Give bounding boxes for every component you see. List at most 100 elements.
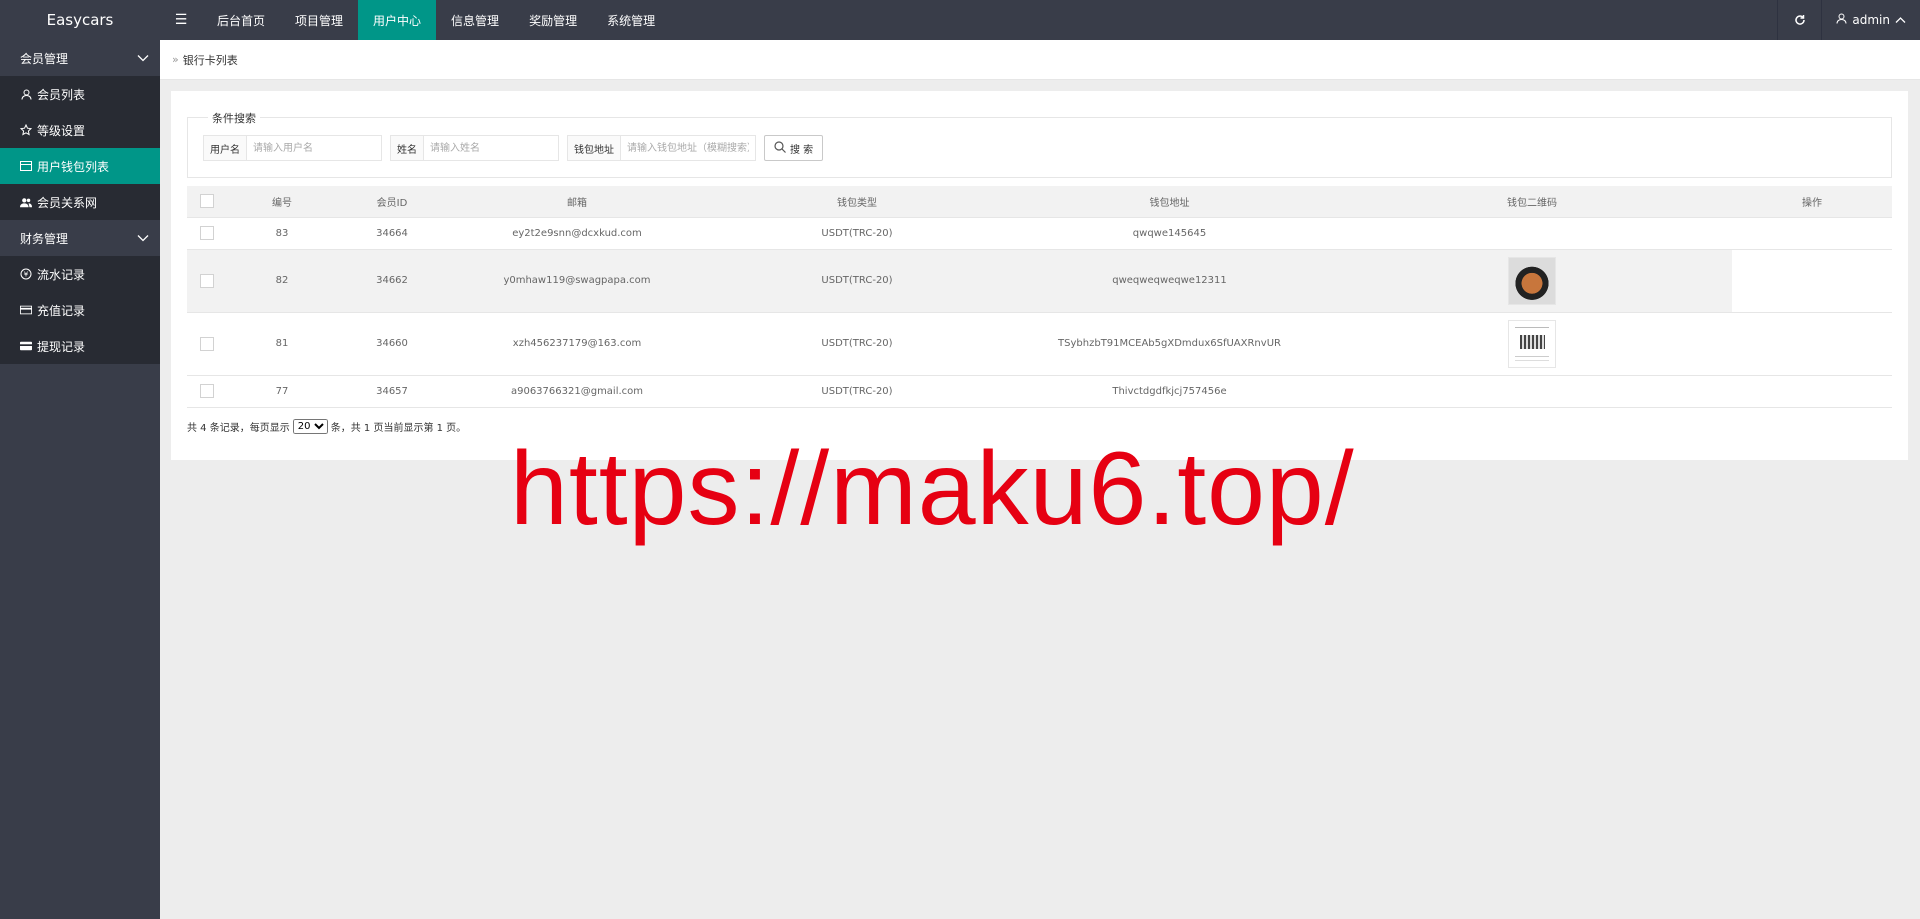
- cell-email: ey2t2e9snn@dcxkud.com: [447, 217, 707, 250]
- topnav-item-info[interactable]: 信息管理: [436, 0, 514, 40]
- card-icon: [20, 340, 32, 352]
- sidebar-item-recharge[interactable]: 充值记录: [0, 292, 160, 328]
- select-all-checkbox[interactable]: [200, 194, 214, 209]
- sidebar-item-member-list[interactable]: 会员列表: [0, 76, 160, 112]
- user-name: admin: [1852, 13, 1890, 27]
- table-row: 82 34662 y0mhaw119@swagpapa.com USDT(TRC…: [187, 249, 1892, 313]
- user-menu[interactable]: admin: [1821, 0, 1920, 40]
- col-header-email: 邮箱: [447, 186, 707, 218]
- topnav-item-rewards[interactable]: 奖励管理: [514, 0, 592, 40]
- svg-text:¥: ¥: [24, 271, 29, 279]
- topnav-item-system[interactable]: 系统管理: [592, 0, 670, 40]
- pagination: 共 4 条记录，每页显示 20 条，共 1 页当前显示第 1 页。: [187, 419, 466, 434]
- star-icon: [20, 124, 32, 136]
- wallet-table: 编号 会员ID 邮箱 钱包类型 钱包地址 钱包二维码 操作 83 34664 e…: [187, 186, 1892, 408]
- cell-email: xzh456237179@163.com: [447, 312, 707, 376]
- watermark-url: https://maku6.top/: [510, 431, 1355, 547]
- username-field: 用户名: [203, 135, 382, 161]
- sidebar-group-label: 会员管理: [20, 51, 69, 66]
- cell-member-id: 34657: [337, 375, 447, 408]
- username-input[interactable]: [247, 136, 381, 160]
- cell-id: 83: [227, 217, 337, 250]
- sidebar-item-withdraw[interactable]: 提现记录: [0, 328, 160, 364]
- cell-qr: [1332, 312, 1732, 376]
- table-row: 77 34657 a9063766321@gmail.com USDT(TRC-…: [187, 375, 1892, 408]
- cell-id: 82: [227, 249, 337, 313]
- cell-email: a9063766321@gmail.com: [447, 375, 707, 408]
- cell-wallet-type: USDT(TRC-20): [707, 375, 1007, 408]
- row-select-cell: [187, 375, 227, 408]
- sidebar-item-member-network[interactable]: 会员关系网: [0, 184, 160, 220]
- topnav-item-projects[interactable]: 项目管理: [280, 0, 358, 40]
- chevron-down-icon: [137, 231, 149, 245]
- chevron-down-icon: [137, 51, 149, 65]
- row-checkbox[interactable]: [200, 384, 214, 398]
- sidebar-item-label: 用户钱包列表: [37, 159, 110, 174]
- row-checkbox[interactable]: [200, 226, 214, 240]
- card-icon: [20, 304, 32, 316]
- cell-email: y0mhaw119@swagpapa.com: [447, 249, 707, 313]
- search-button-label: 搜 索: [790, 144, 814, 156]
- hamburger-icon[interactable]: ☰: [160, 0, 202, 40]
- row-select-cell: [187, 217, 227, 250]
- qr-thumbnail-image[interactable]: [1508, 256, 1556, 305]
- search-icon: [774, 140, 786, 156]
- double-chevron-icon: »: [172, 53, 179, 66]
- cell-wallet-address: TSybhzbT91MCEAb5gXDmdux6SfUAXRnvUR: [1007, 312, 1332, 376]
- row-select-cell: [187, 249, 227, 313]
- sidebar-item-label: 提现记录: [37, 339, 86, 354]
- sidebar-item-wallet-list[interactable]: 用户钱包列表: [0, 148, 160, 184]
- sidebar-item-label: 会员关系网: [37, 195, 98, 210]
- col-header-actions: 操作: [1732, 186, 1892, 218]
- coin-icon: ¥: [20, 268, 32, 280]
- pager-prefix: 共 4 条记录，每页显示: [187, 423, 290, 434]
- search-button[interactable]: 搜 索: [764, 135, 824, 161]
- top-nav: 后台首页 项目管理 用户中心 信息管理 奖励管理 系统管理: [202, 0, 670, 40]
- cell-actions: [1732, 375, 1892, 408]
- select-all-cell: [187, 186, 227, 218]
- sidebar-item-transactions[interactable]: ¥ 流水记录: [0, 256, 160, 292]
- row-checkbox[interactable]: [200, 336, 214, 351]
- refresh-icon[interactable]: [1777, 0, 1821, 40]
- user-icon: [20, 88, 32, 100]
- table-header-row: 编号 会员ID 邮箱 钱包类型 钱包地址 钱包二维码 操作: [187, 186, 1892, 218]
- name-input[interactable]: [424, 136, 558, 160]
- search-fieldset: 条件搜索 用户名 姓名 钱包地址 搜 索: [187, 110, 1892, 178]
- chevron-up-icon: [1895, 13, 1906, 27]
- main-panel: 条件搜索 用户名 姓名 钱包地址 搜 索: [171, 91, 1908, 460]
- wallet-address-input[interactable]: [621, 136, 755, 160]
- table-row: 81 34660 xzh456237179@163.com USDT(TRC-2…: [187, 312, 1892, 376]
- topnav-item-home[interactable]: 后台首页: [202, 0, 280, 40]
- col-header-qr: 钱包二维码: [1332, 186, 1732, 218]
- sidebar-group-members[interactable]: 会员管理: [0, 40, 160, 76]
- cell-wallet-address: qweqweqweqwe12311: [1007, 249, 1332, 313]
- cell-wallet-address: Thivctdgdfkjcj757456e: [1007, 375, 1332, 408]
- cell-actions: [1732, 249, 1892, 313]
- cell-wallet-type: USDT(TRC-20): [707, 249, 1007, 313]
- users-icon: [20, 196, 32, 208]
- row-checkbox[interactable]: [200, 273, 214, 288]
- card-icon: [20, 160, 32, 172]
- page-title: 银行卡列表: [182, 53, 238, 67]
- wallet-address-field: 钱包地址: [567, 135, 756, 161]
- page-size-select[interactable]: 20: [292, 419, 328, 434]
- cell-id: 77: [227, 375, 337, 408]
- cell-member-id: 34664: [337, 217, 447, 250]
- sidebar-item-label: 流水记录: [37, 267, 86, 282]
- topnav-item-user-center[interactable]: 用户中心: [358, 0, 437, 40]
- sidebar-group-finance[interactable]: 财务管理: [0, 220, 160, 256]
- user-icon: [1836, 13, 1847, 27]
- col-header-wallet-type: 钱包类型: [707, 186, 1007, 218]
- search-row: 用户名 姓名 钱包地址 搜 索: [203, 135, 824, 161]
- qr-thumbnail-image[interactable]: [1508, 319, 1556, 368]
- app-logo[interactable]: Easycars: [0, 0, 160, 40]
- search-legend: 条件搜索: [208, 110, 260, 126]
- cell-qr: [1332, 217, 1732, 250]
- cell-wallet-type: USDT(TRC-20): [707, 217, 1007, 250]
- pager-suffix: 条，共 1 页当前显示第 1 页。: [330, 423, 467, 434]
- wallet-address-label: 钱包地址: [568, 136, 621, 160]
- cell-actions: [1732, 217, 1892, 250]
- row-select-cell: [187, 312, 227, 376]
- username-label: 用户名: [204, 136, 247, 160]
- sidebar-item-level-settings[interactable]: 等级设置: [0, 112, 160, 148]
